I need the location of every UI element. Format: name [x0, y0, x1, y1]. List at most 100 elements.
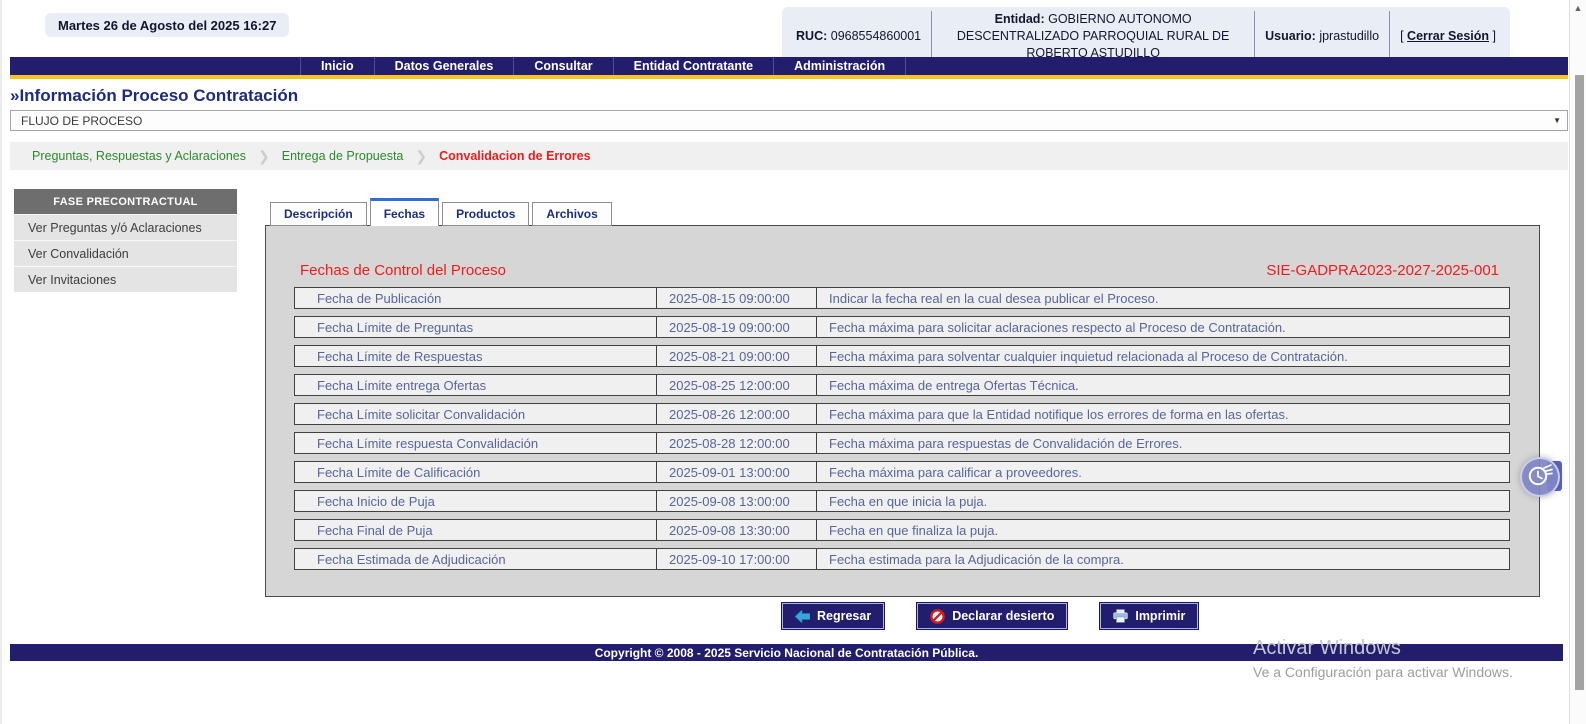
arrow-left-icon: [795, 610, 810, 623]
sidebar: FASE PRECONTRACTUAL Ver Preguntas y/ó Ac…: [14, 189, 237, 292]
table-row-final-puja: Fecha Final de Puja 2025-09-08 13:30:00 …: [294, 519, 1510, 541]
dates-panel-title: Fechas de Control del Proceso: [300, 262, 506, 279]
process-flow-breadcrumb: Preguntas, Respuestas y Aclaraciones ❯ E…: [10, 142, 1568, 170]
date-value-cell: 2025-09-10 17:00:00: [657, 549, 817, 569]
table-row-respuesta-convalidacion: Fecha Límite respuesta Convalidación 202…: [294, 432, 1510, 454]
dates-tab-panel: Fechas de Control del Proceso SIE-GADPRA…: [265, 225, 1540, 597]
chevron-right-icon: ❯: [415, 148, 427, 165]
sidebar-item-ver-convalidacion[interactable]: Ver Convalidación: [14, 240, 237, 266]
date-label-cell: Fecha Límite de Respuestas: [295, 346, 657, 366]
activate-windows-watermark: Activar Windows: [1253, 637, 1401, 660]
date-value-cell: 2025-09-08 13:00:00: [657, 491, 817, 511]
bracket: ]: [1493, 29, 1496, 43]
date-label-cell: Fecha Inicio de Puja: [295, 491, 657, 511]
floating-timer-widget[interactable]: [1520, 457, 1560, 497]
sidebar-header: FASE PRECONTRACTUAL: [14, 189, 237, 214]
dates-table: Fecha de Publicación 2025-08-15 09:00:00…: [294, 287, 1510, 570]
date-label-cell: Fecha Límite solicitar Convalidación: [295, 404, 657, 424]
print-button-label: Imprimir: [1135, 609, 1185, 623]
date-value-cell: 2025-09-08 13:30:00: [657, 520, 817, 540]
back-button[interactable]: Regresar: [782, 603, 884, 629]
date-value-cell: 2025-08-25 12:00:00: [657, 375, 817, 395]
ruc-label: RUC:: [796, 29, 827, 43]
date-description-cell: Fecha máxima para respuestas de Convalid…: [817, 433, 1509, 453]
date-description-cell: Fecha máxima de entrega Ofertas Técnica.: [817, 375, 1509, 395]
table-row-publicacion: Fecha de Publicación 2025-08-15 09:00:00…: [294, 287, 1510, 309]
breadcrumb-step-preguntas[interactable]: Preguntas, Respuestas y Aclaraciones: [32, 149, 246, 163]
bracket: [: [1400, 29, 1403, 43]
action-buttons-row: Regresar Declarar desierto Imprimir: [782, 603, 1198, 629]
date-value-cell: 2025-08-21 09:00:00: [657, 346, 817, 366]
logout-label[interactable]: Cerrar Sesión: [1407, 29, 1489, 43]
declare-desert-button[interactable]: Declarar desierto: [917, 603, 1067, 629]
tab-productos[interactable]: Productos: [442, 202, 529, 226]
table-row-solicitar-convalidacion: Fecha Límite solicitar Convalidación 202…: [294, 403, 1510, 425]
date-label-cell: Fecha Estimada de Adjudicación: [295, 549, 657, 569]
tab-fechas[interactable]: Fechas: [370, 198, 439, 226]
table-row-adjudicacion: Fecha Estimada de Adjudicación 2025-09-1…: [294, 548, 1510, 570]
date-label-cell: Fecha de Publicación: [295, 288, 657, 308]
ruc-field: RUC: 0968554860001: [796, 29, 921, 43]
divider: [931, 11, 932, 62]
date-label-cell: Fecha Límite de Preguntas: [295, 317, 657, 337]
date-value-cell: 2025-08-15 09:00:00: [657, 288, 817, 308]
date-label-cell: Fecha Final de Puja: [295, 520, 657, 540]
page-title: »Información Proceso Contratación: [10, 86, 1568, 111]
datetime-text: Martes 26 de Agosto del 2025 16:27: [58, 18, 276, 33]
sidebar-item-ver-invitaciones[interactable]: Ver Invitaciones: [14, 266, 237, 292]
detail-tabs: Descripción Fechas Productos Archivos: [270, 198, 612, 226]
printer-icon: [1113, 609, 1128, 623]
date-description-cell: Fecha máxima para calificar a proveedore…: [817, 462, 1509, 482]
table-row-inicio-puja: Fecha Inicio de Puja 2025-09-08 13:00:00…: [294, 490, 1510, 512]
flow-process-select[interactable]: FLUJO DE PROCESO ▼: [10, 110, 1568, 131]
breadcrumb-step-convalidacion: Convalidacion de Errores: [439, 149, 590, 163]
nav-item-datos-generales[interactable]: Datos Generales: [375, 57, 515, 75]
logout-link[interactable]: [ Cerrar Sesión ]: [1400, 29, 1496, 43]
entity-label: Entidad:: [995, 12, 1045, 26]
prohibition-icon: [930, 609, 945, 624]
entity-field: Entidad: GOBIERNO AUTONOMO DESCENTRALIZA…: [942, 11, 1244, 62]
caret-down-icon[interactable]: ▼: [1553, 116, 1561, 125]
flow-process-selected-value: FLUJO DE PROCESO: [21, 114, 142, 128]
table-row-calificacion: Fecha Límite de Calificación 2025-09-01 …: [294, 461, 1510, 483]
table-row-limite-respuestas: Fecha Límite de Respuestas 2025-08-21 09…: [294, 345, 1510, 367]
nav-item-inicio[interactable]: Inicio: [300, 57, 375, 75]
user-value: jprastudillo: [1319, 29, 1379, 43]
divider: [1389, 11, 1390, 62]
user-field: Usuario: jprastudillo: [1265, 29, 1379, 43]
date-description-cell: Fecha máxima para solicitar aclaraciones…: [817, 317, 1509, 337]
nav-item-entidad-contratante[interactable]: Entidad Contratante: [614, 57, 774, 75]
date-value-cell: 2025-08-28 12:00:00: [657, 433, 817, 453]
print-button[interactable]: Imprimir: [1100, 603, 1198, 629]
sidebar-item-ver-preguntas[interactable]: Ver Preguntas y/ó Aclaraciones: [14, 214, 237, 240]
date-description-cell: Fecha en que inicia la puja.: [817, 491, 1509, 511]
date-label-cell: Fecha Límite de Calificación: [295, 462, 657, 482]
panel-header: Fechas de Control del Proceso SIE-GADPRA…: [266, 226, 1539, 287]
tab-archivos[interactable]: Archivos: [532, 202, 611, 226]
activate-windows-watermark-sub: Ve a Configuración para activar Windows.: [1253, 664, 1513, 680]
chevron-right-icon: ❯: [258, 148, 270, 165]
user-label: Usuario:: [1265, 29, 1316, 43]
date-description-cell: Fecha máxima para que la Entidad notifiq…: [817, 404, 1509, 424]
clock-icon: [1526, 461, 1554, 494]
table-row-entrega-ofertas: Fecha Límite entrega Ofertas 2025-08-25 …: [294, 374, 1510, 396]
vertical-scrollbar[interactable]: ▲: [1569, 0, 1586, 724]
date-description-cell: Fecha estimada para la Adjudicación de l…: [817, 549, 1509, 569]
tab-descripcion[interactable]: Descripción: [270, 202, 367, 226]
date-label-cell: Fecha Límite entrega Ofertas: [295, 375, 657, 395]
date-description-cell: Indicar la fecha real en la cual desea p…: [817, 288, 1509, 308]
process-code: SIE-GADPRA2023-2027-2025-001: [1266, 262, 1499, 279]
declare-desert-button-label: Declarar desierto: [952, 609, 1054, 623]
nav-item-administracion[interactable]: Administración: [774, 57, 906, 75]
date-label-cell: Fecha Límite respuesta Convalidación: [295, 433, 657, 453]
breadcrumb-step-entrega[interactable]: Entrega de Propuesta: [282, 149, 404, 163]
main-nav: Inicio Datos Generales Consultar Entidad…: [10, 57, 1568, 79]
scrollbar-thumb[interactable]: [1575, 75, 1584, 690]
copyright-text: Copyright © 2008 - 2025 Servicio Naciona…: [595, 646, 979, 660]
date-value-cell: 2025-08-26 12:00:00: [657, 404, 817, 424]
datetime-display: Martes 26 de Agosto del 2025 16:27: [45, 13, 289, 37]
nav-item-consultar[interactable]: Consultar: [514, 57, 613, 75]
date-value-cell: 2025-09-01 13:00:00: [657, 462, 817, 482]
scroll-up-arrow-icon[interactable]: ▲: [1570, 3, 1586, 13]
date-value-cell: 2025-08-19 09:00:00: [657, 317, 817, 337]
